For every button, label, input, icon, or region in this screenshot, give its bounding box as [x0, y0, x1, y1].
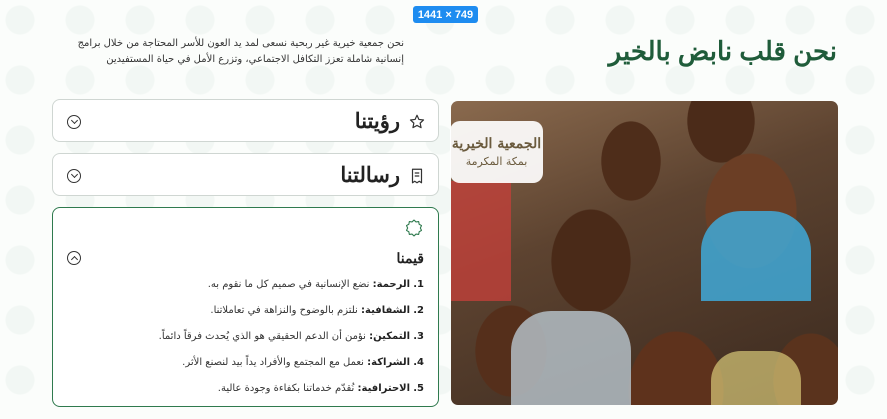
logo-sub-text: بمكة المكرمة — [465, 155, 528, 168]
value-number: 3. — [413, 331, 424, 342]
star-outline-icon — [409, 114, 425, 128]
photo-detail — [511, 311, 631, 405]
value-number: 2. — [413, 305, 424, 316]
value-text: نضع الإنسانية في صميم كل ما نقوم به. — [207, 279, 370, 290]
photo-detail — [701, 211, 811, 301]
accordion-values-title: قيمنا — [396, 249, 424, 266]
value-number: 5. — [413, 383, 424, 394]
value-text: نُقدّم خدماتنا بكفاءة وجودة عالية. — [217, 383, 355, 394]
chevron-down-circle-icon[interactable] — [67, 168, 81, 183]
chevron-up-circle-icon[interactable] — [67, 251, 81, 265]
list-item: 3. التمكين: نؤمن أن الدعم الحقيقي هو الذ… — [64, 330, 424, 356]
intro-text: نحن جمعية خيرية غير ربحية نسعى لمد يد ال… — [77, 38, 404, 65]
document-icon — [411, 168, 423, 183]
logo-main-text: الجمعية الخيرية — [451, 136, 542, 152]
chevron-down-circle-icon[interactable] — [67, 114, 81, 129]
value-number: 4. — [413, 357, 424, 368]
dimension-badge: 1441 × 749 — [413, 6, 478, 23]
value-text: نلتزم بالوضوح والنزاهة في تعاملاتنا. — [210, 305, 358, 316]
accordion-mission-header[interactable]: رسالتنا — [53, 154, 438, 197]
organization-logo: الجمعية الخيرية بمكة المكرمة — [450, 121, 543, 183]
accordion-values[interactable]: قيمنا 1. الرحمة: نضع الإنسانية في صميم ك… — [52, 207, 439, 407]
accordion-mission[interactable]: رسالتنا — [52, 153, 439, 196]
value-title: الشفافية: — [361, 305, 411, 316]
page-title: نحن قلب نابض بالخير — [608, 36, 837, 66]
value-text: نؤمن أن الدعم الحقيقي هو الذي يُحدث فرقا… — [158, 331, 366, 342]
value-title: الرحمة: — [372, 279, 411, 290]
list-item: 1. الرحمة: نضع الإنسانية في صميم كل ما ن… — [64, 278, 424, 304]
accordion-mission-title: رسالتنا — [340, 164, 400, 187]
value-title: الشراكة: — [367, 357, 411, 368]
value-text: نعمل مع المجتمع والأفراد يداً بيد لنصنع … — [182, 357, 364, 368]
accordion-vision-header[interactable]: رؤيتنا — [53, 100, 438, 143]
value-title: الاحترافية: — [357, 383, 411, 394]
badge-star-icon — [405, 219, 423, 237]
value-number: 1. — [413, 279, 424, 290]
list-item: 4. الشراكة: نعمل مع المجتمع والأفراد يدا… — [64, 356, 424, 382]
value-title: التمكين: — [369, 331, 411, 342]
accordion-vision[interactable]: رؤيتنا — [52, 99, 439, 142]
list-item: 2. الشفافية: نلتزم بالوضوح والنزاهة في ت… — [64, 304, 424, 330]
values-list: 1. الرحمة: نضع الإنسانية في صميم كل ما ن… — [64, 278, 424, 408]
photo-detail — [711, 351, 801, 405]
accordion-values-header[interactable]: قيمنا — [67, 248, 424, 268]
accordion-vision-title: رؤيتنا — [354, 110, 400, 133]
list-item: 5. الاحترافية: نُقدّم خدماتنا بكفاءة وجو… — [64, 382, 424, 408]
photo-detail — [451, 181, 511, 301]
